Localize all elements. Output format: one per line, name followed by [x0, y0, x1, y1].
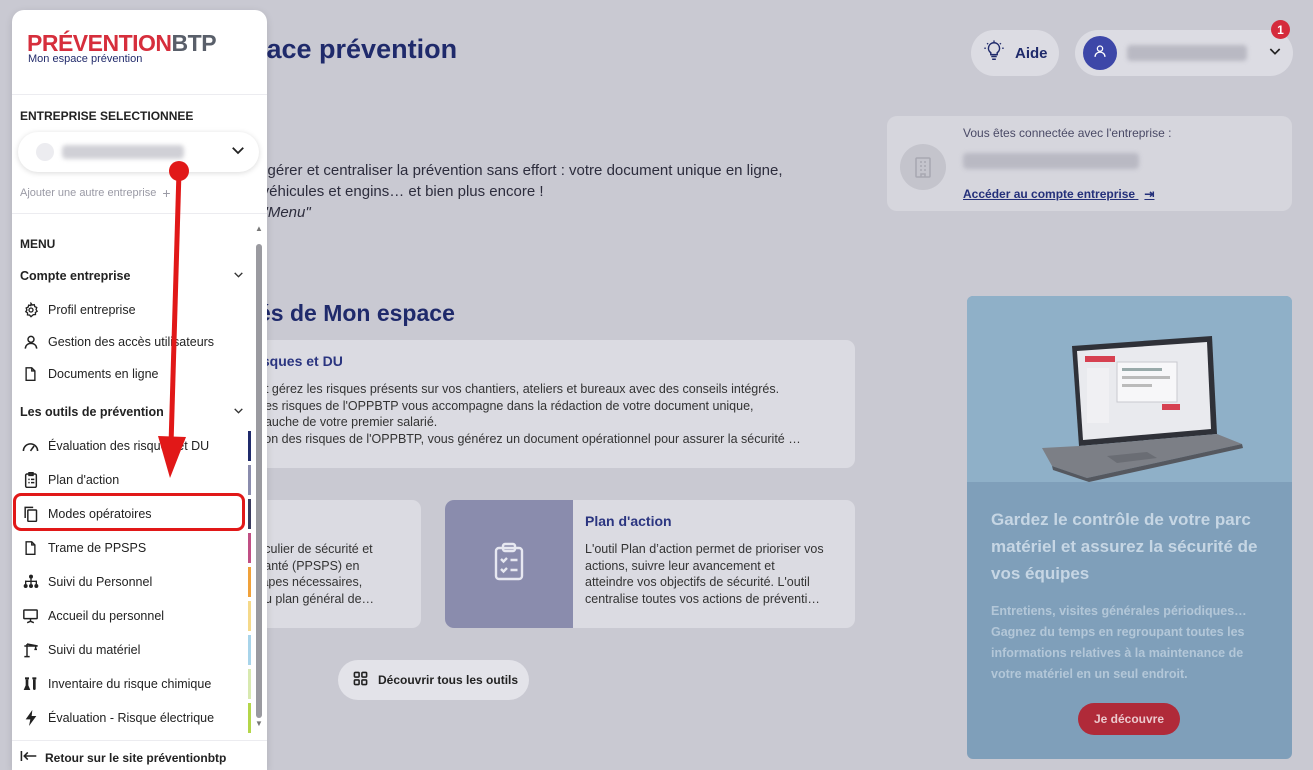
annotation-arrow — [158, 161, 189, 478]
annotation-line — [168, 170, 182, 446]
annotation-arrowhead — [158, 436, 186, 478]
